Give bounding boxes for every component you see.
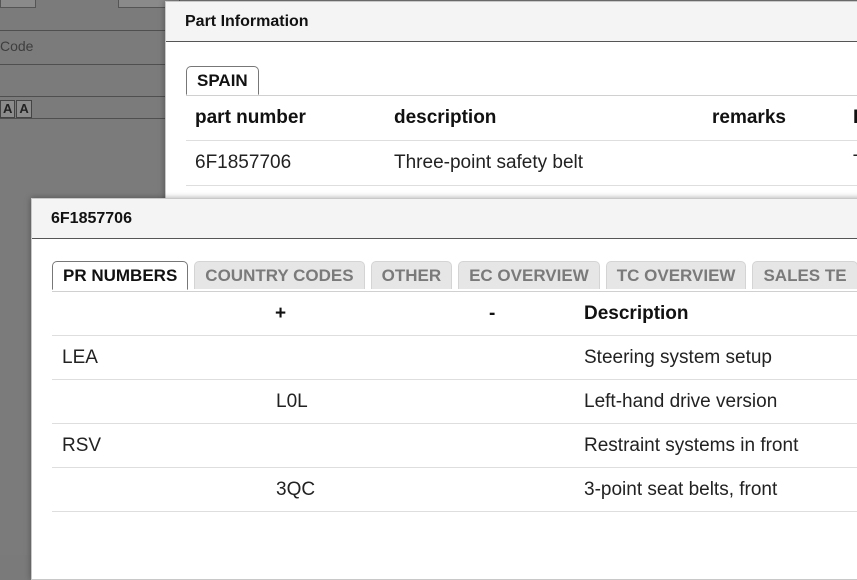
background-divider <box>0 118 180 119</box>
description-cell: Left-hand drive version <box>584 391 778 412</box>
background-divider <box>0 30 180 31</box>
column-header-minus[interactable]: - <box>489 292 495 335</box>
column-header-remarks[interactable]: remarks <box>712 96 786 140</box>
dialog-title: 6F1857706 <box>32 199 857 239</box>
tab-ec-overview[interactable]: EC OVERVIEW <box>458 261 600 289</box>
table-row[interactable]: 3QC 3-point seat belts, front <box>52 468 857 512</box>
font-decrease-icon: A <box>0 100 16 118</box>
table-row[interactable]: 6F1857706 Three-point safety belt T <box>186 141 857 186</box>
tab-tc-overview[interactable]: TC OVERVIEW <box>605 261 747 289</box>
table-row[interactable]: LEA Steering system setup <box>52 336 857 380</box>
pr-tabs: PR NUMBERS COUNTRY CODES OTHER EC OVERVI… <box>52 261 857 290</box>
tab-pr-numbers[interactable]: PR NUMBERS <box>52 261 189 290</box>
part-number-cell: 6F1857706 <box>195 152 292 173</box>
tab-country-codes[interactable]: COUNTRY CODES <box>194 261 365 289</box>
column-header-plus[interactable]: + <box>275 292 286 335</box>
description-cell: 3-point seat belts, front <box>584 479 778 500</box>
code-label: Code <box>0 38 34 54</box>
column-header-description[interactable]: description <box>394 96 496 140</box>
background-divider <box>0 96 180 97</box>
background-divider <box>0 64 180 65</box>
column-header-description[interactable]: Description <box>584 292 689 335</box>
family-cell: LEA <box>62 347 98 368</box>
font-size-controls: A A <box>0 100 32 118</box>
family-cell: RSV <box>62 435 102 456</box>
column-header-part-number[interactable]: part number <box>195 96 306 140</box>
font-increase-icon: A <box>16 100 32 118</box>
tab-sales[interactable]: SALES TE <box>752 261 857 289</box>
description-cell: Three-point safety belt <box>394 152 584 173</box>
table-header: part number description remarks I <box>186 96 857 141</box>
column-header-extra[interactable]: I <box>853 96 857 140</box>
tab-spain[interactable]: SPAIN <box>186 66 259 95</box>
part-tabs: SPAIN <box>186 66 259 95</box>
pr-numbers-dialog: 6F1857706 PR NUMBERS COUNTRY CODES OTHER… <box>31 198 857 580</box>
description-cell: Steering system setup <box>584 347 772 368</box>
pr-table: + - Description LEA Steering system setu… <box>52 292 857 512</box>
tab-other[interactable]: OTHER <box>370 261 453 289</box>
plus-cell: 3QC <box>276 479 316 500</box>
background-field <box>0 0 36 8</box>
part-table: part number description remarks I 6F1857… <box>186 96 857 186</box>
description-cell: Restraint systems in front <box>584 435 799 456</box>
table-row[interactable]: RSV Restraint systems in front <box>52 424 857 468</box>
table-header: + - Description <box>52 292 857 336</box>
plus-cell: L0L <box>276 391 308 412</box>
extra-cell: T <box>853 141 857 185</box>
dialog-title: Part Information <box>166 2 857 42</box>
table-row[interactable]: L0L Left-hand drive version <box>52 380 857 424</box>
